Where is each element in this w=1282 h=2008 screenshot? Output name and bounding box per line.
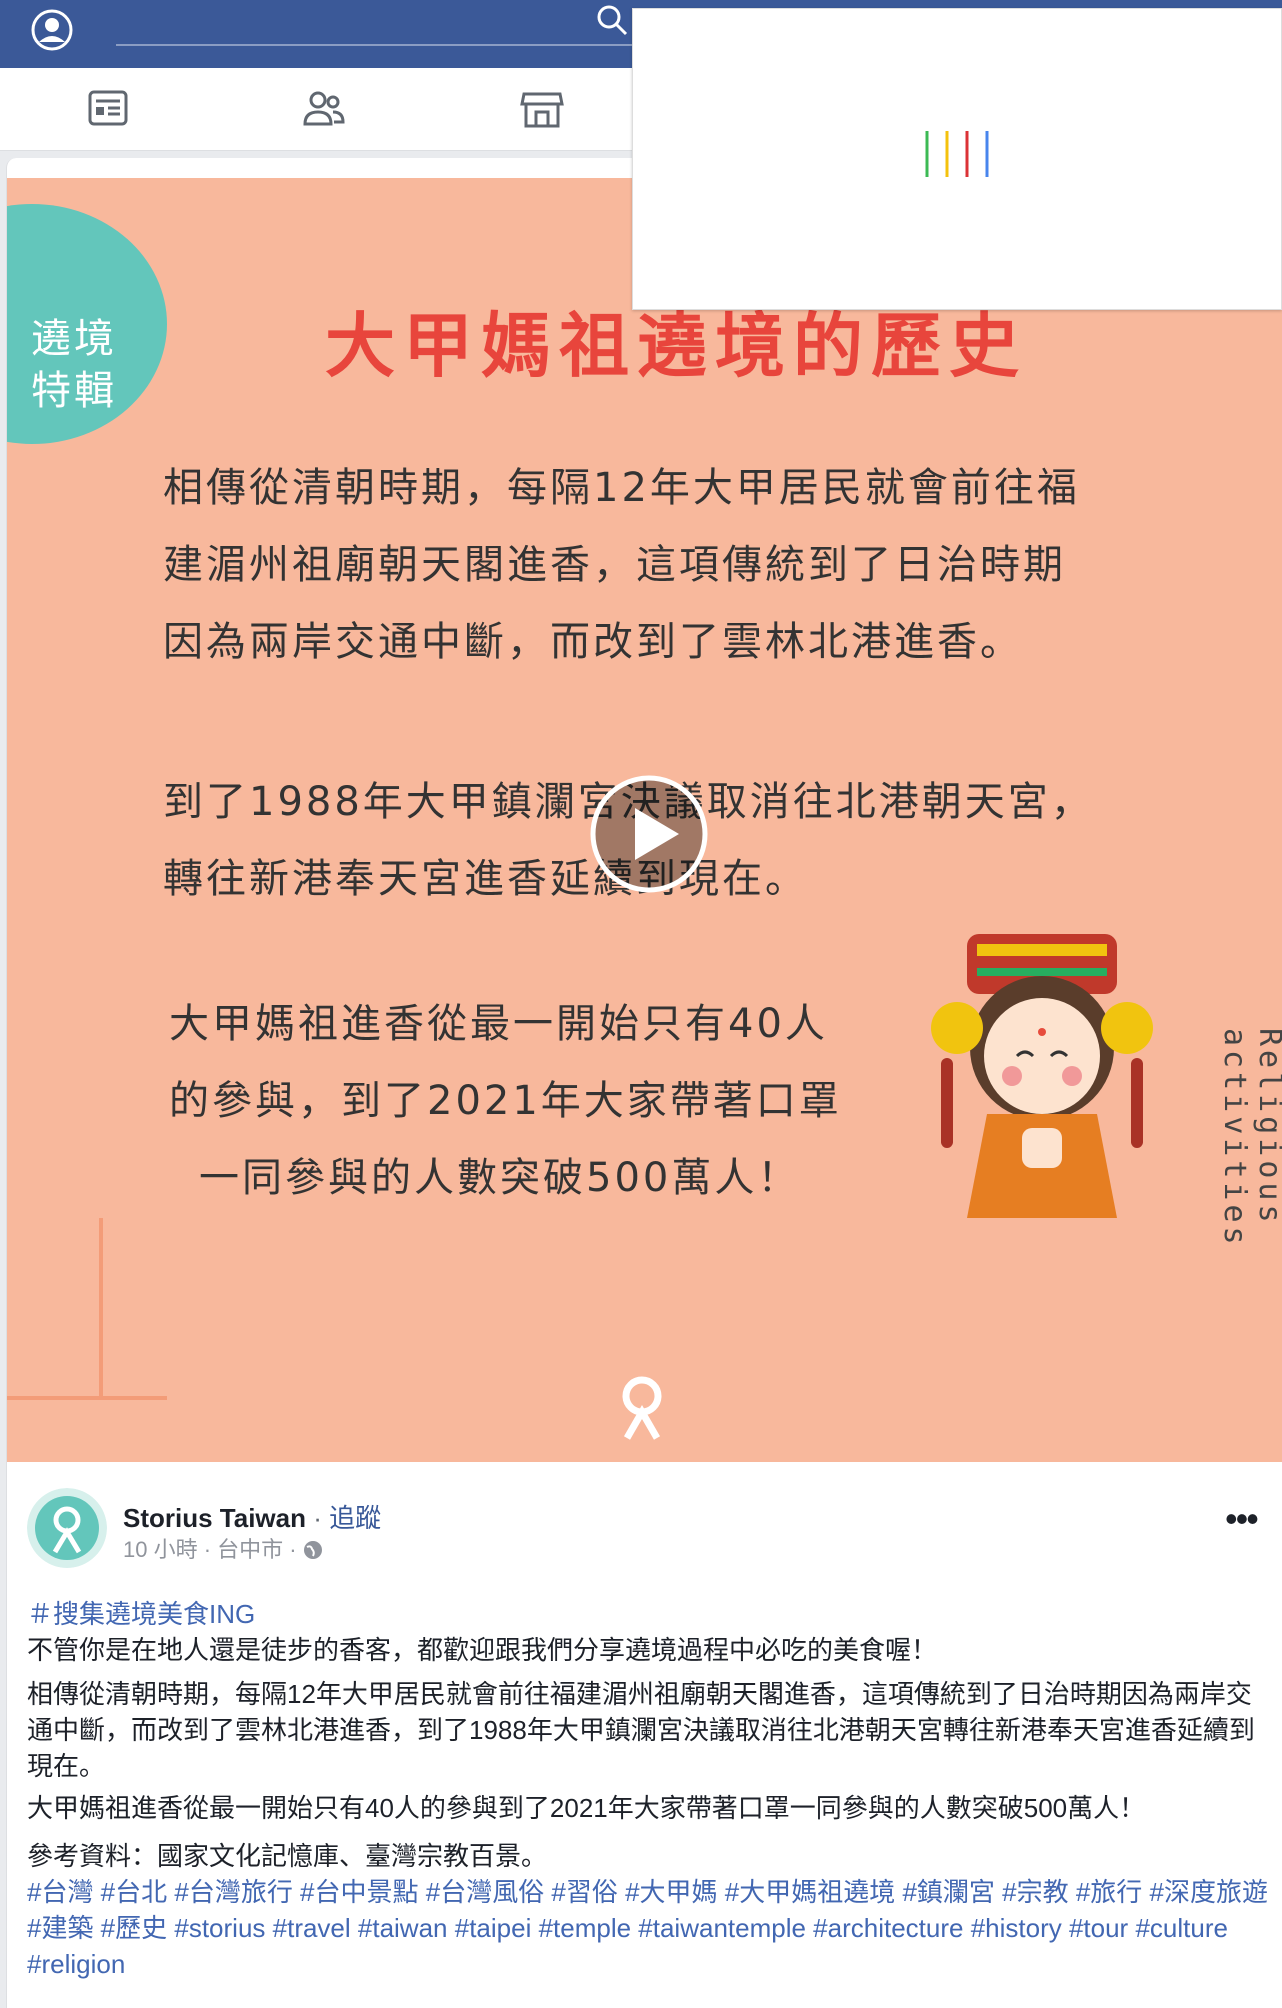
loading-spinner-icon xyxy=(925,131,989,177)
profile-icon[interactable] xyxy=(30,8,74,52)
post-text: 參考資料：國家文化記憶庫、臺灣宗教百景。 xyxy=(27,1841,548,1871)
post-meta: 10 小時 · 台中市 · xyxy=(123,1532,323,1564)
video-side-text: Religious activities xyxy=(1217,1028,1282,1249)
video-text-line: 相傳從清朝時期，每隔12年大甲居民就會前往福 xyxy=(163,465,1080,511)
post-header: Storius Taiwan · 追蹤 10 小時 · 台中市 · ••• xyxy=(7,1488,1282,1578)
hashtag-link[interactable]: ＃搜集遶境美食ING xyxy=(27,1599,255,1629)
mazu-illustration xyxy=(931,934,1153,1218)
decor-line xyxy=(99,1218,103,1398)
post-text: 不管你是在地人還是徒步的香客，都歡迎跟我們分享遶境過程中必吃的美食喔！ xyxy=(27,1635,938,1665)
author-name[interactable]: Storius Taiwan xyxy=(123,1503,306,1533)
video-paragraph-1: 相傳從清朝時期，每隔12年大甲居民就會前往福 建湄州祖廟朝天閣進香，這項傳統到了… xyxy=(163,450,1080,681)
search-input[interactable] xyxy=(116,44,636,46)
marketplace-icon[interactable] xyxy=(518,84,566,132)
news-feed-icon[interactable] xyxy=(84,84,132,132)
post-card: 遶境 特輯 大甲媽祖遶境的歷史 相傳從清朝時期，每隔12年大甲居民就會前往福 建… xyxy=(6,158,1282,2008)
follow-link[interactable]: 追蹤 xyxy=(329,1503,381,1533)
video-paragraph-3: 大甲媽祖進香從最一開始只有40人 的參與，到了2021年大家帶著口罩 一同參與的… xyxy=(169,986,842,1217)
video-text-line: 的參與，到了2021年大家帶著口罩 xyxy=(169,1078,842,1124)
post-hashtag-title[interactable]: ＃搜集遶境美食ING xyxy=(27,1596,1277,1632)
video-player[interactable]: 遶境 特輯 大甲媽祖遶境的歷史 相傳從清朝時期，每隔12年大甲居民就會前往福 建… xyxy=(7,178,1282,1462)
post-text: 大甲媽祖進香從最一開始只有40人的參與到了2021年大家帶著口罩一同參與的人數突… xyxy=(27,1793,1146,1823)
play-button-icon[interactable] xyxy=(589,774,709,894)
friends-icon[interactable] xyxy=(300,84,348,132)
search-icon[interactable] xyxy=(594,2,632,40)
post-meta-text[interactable]: 10 小時 · 台中市 · xyxy=(123,1537,297,1562)
more-options-button[interactable]: ••• xyxy=(1225,1498,1265,1539)
video-text-line: 因為兩岸交通中斷，而改到了雲林北港進香。 xyxy=(163,619,1023,665)
storius-logo-icon xyxy=(622,1376,662,1440)
post-text: 相傳從清朝時期，每隔12年大甲居民就會前往福建湄州祖廟朝天閣進香，這項傳統到了日… xyxy=(27,1679,1255,1781)
decor-line xyxy=(7,1396,167,1400)
separator-dot: · xyxy=(313,1503,322,1533)
hashtag-list[interactable]: #台灣 #台北 #台灣旅行 #台中景點 #台灣風俗 #習俗 #大甲媽 #大甲媽祖… xyxy=(27,1874,1277,1982)
loading-popup xyxy=(632,8,1282,310)
video-text-line: 大甲媽祖進香從最一開始只有40人 xyxy=(169,1001,828,1047)
page-name-row: Storius Taiwan · 追蹤 xyxy=(123,1498,381,1535)
video-text-line: 一同參與的人數突破500萬人！ xyxy=(199,1155,801,1201)
feature-badge: 遶境 特輯 xyxy=(7,204,167,444)
badge-line-1: 遶境 xyxy=(31,316,117,362)
avatar[interactable] xyxy=(27,1488,107,1568)
video-text-line: 建湄州祖廟朝天閣進香，這項傳統到了日治時期 xyxy=(163,542,1066,588)
globe-icon xyxy=(303,1541,322,1559)
badge-line-2: 特輯 xyxy=(31,368,117,414)
